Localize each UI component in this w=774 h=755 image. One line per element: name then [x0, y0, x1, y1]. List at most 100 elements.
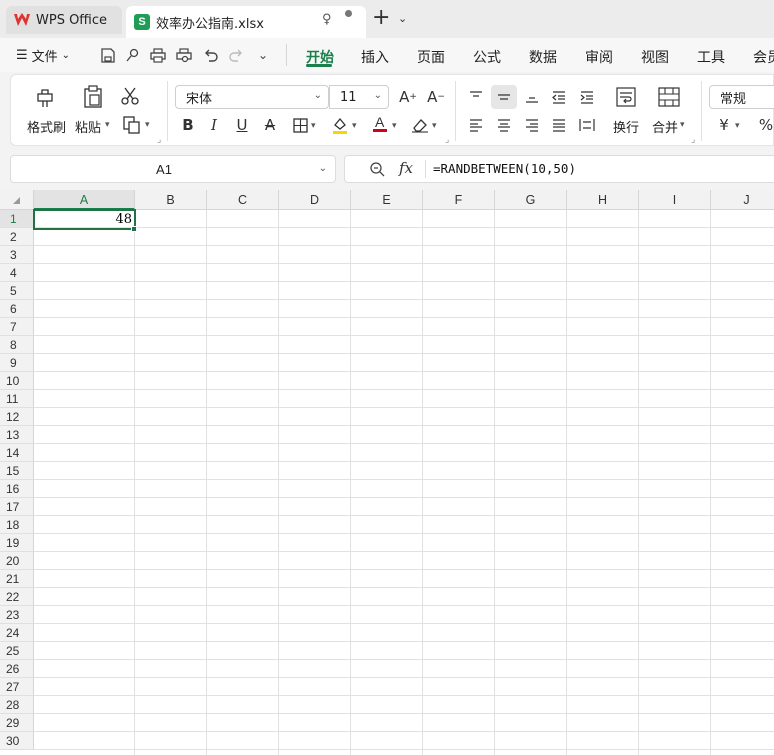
- percent-format-button[interactable]: %: [755, 114, 774, 136]
- spreadsheet-grid[interactable]: ABCDEFGHIJ 1 2 3 4 5 6 7 8 9 10 11 12 13 14 15 16 17 18 19…: [0, 190, 774, 755]
- chevron-down-icon[interactable]: ▾: [680, 120, 685, 130]
- chevron-down-icon[interactable]: ⌄: [319, 163, 327, 174]
- format-painter-icon[interactable]: [33, 85, 57, 109]
- tab-tools[interactable]: 工具: [697, 47, 725, 67]
- distributed-align-icon[interactable]: [576, 114, 598, 136]
- font-name-select[interactable]: 宋体 ⌄: [175, 85, 329, 109]
- row-header-28[interactable]: 28: [0, 696, 34, 714]
- borders-icon[interactable]: [289, 114, 311, 136]
- chevron-down-icon[interactable]: ▾: [311, 121, 316, 131]
- align-middle-icon[interactable]: [491, 85, 517, 109]
- insert-function-icon[interactable]: fx: [399, 159, 413, 177]
- tab-data[interactable]: 数据: [529, 47, 557, 67]
- row-header-9[interactable]: 9: [0, 354, 34, 372]
- undo-icon[interactable]: [201, 46, 219, 64]
- row-header-26[interactable]: 26: [0, 660, 34, 678]
- merge-cells-icon[interactable]: [657, 85, 681, 109]
- chevron-down-icon[interactable]: ▾: [392, 121, 397, 131]
- fill-color-icon[interactable]: [329, 114, 351, 136]
- row-header-1[interactable]: 1: [0, 210, 34, 228]
- decrease-font-icon[interactable]: A −: [425, 86, 447, 108]
- chevron-down-icon[interactable]: ⌄: [254, 46, 272, 64]
- row-header-6[interactable]: 6: [0, 300, 34, 318]
- column-header-e[interactable]: E: [351, 190, 423, 210]
- row-header-23[interactable]: 23: [0, 606, 34, 624]
- row-header-5[interactable]: 5: [0, 282, 34, 300]
- wrap-text-icon[interactable]: [614, 85, 638, 109]
- wrap-text-label[interactable]: 换行: [613, 117, 639, 136]
- tab-document[interactable]: S 效率办公指南.xlsx ♀: [126, 6, 366, 38]
- paste-icon[interactable]: [81, 85, 105, 109]
- dialog-launcher-icon[interactable]: ⌟: [157, 135, 161, 145]
- tab-wps-office[interactable]: WPS Office: [6, 6, 122, 34]
- row-header-21[interactable]: 21: [0, 570, 34, 588]
- tab-member[interactable]: 会员: [753, 47, 774, 67]
- row-header-18[interactable]: 18: [0, 516, 34, 534]
- align-right-icon[interactable]: [521, 114, 543, 136]
- format-painter-label[interactable]: 格式刷: [27, 117, 66, 136]
- dialog-launcher-icon[interactable]: ⌟: [691, 135, 695, 145]
- currency-format-button[interactable]: ¥: [713, 114, 735, 136]
- italic-icon[interactable]: I: [203, 114, 225, 136]
- row-header-20[interactable]: 20: [0, 552, 34, 570]
- zoom-formula-icon[interactable]: [369, 161, 385, 181]
- row-header-19[interactable]: 19: [0, 534, 34, 552]
- row-header-3[interactable]: 3: [0, 246, 34, 264]
- column-header-a[interactable]: A: [34, 190, 135, 210]
- row-header-7[interactable]: 7: [0, 318, 34, 336]
- name-box[interactable]: A1 ⌄: [10, 155, 336, 183]
- chevron-down-icon[interactable]: ▾: [735, 121, 740, 131]
- share-icon[interactable]: [123, 46, 141, 64]
- tab-page[interactable]: 页面: [417, 47, 445, 67]
- column-header-j[interactable]: J: [711, 190, 774, 210]
- row-header-17[interactable]: 17: [0, 498, 34, 516]
- font-size-select[interactable]: 11 ⌄: [329, 85, 389, 109]
- column-header-g[interactable]: G: [495, 190, 567, 210]
- column-header-f[interactable]: F: [423, 190, 495, 210]
- tab-formulas[interactable]: 公式: [473, 47, 501, 67]
- row-header-4[interactable]: 4: [0, 264, 34, 282]
- row-header-30[interactable]: 30: [0, 732, 34, 750]
- row-header-13[interactable]: 13: [0, 426, 34, 444]
- justify-icon[interactable]: [548, 114, 570, 136]
- align-bottom-icon[interactable]: [521, 86, 543, 108]
- chevron-down-icon[interactable]: ▾: [105, 120, 110, 130]
- pin-icon[interactable]: ♀: [322, 12, 332, 27]
- row-header-29[interactable]: 29: [0, 714, 34, 732]
- row-header-14[interactable]: 14: [0, 444, 34, 462]
- formula-input[interactable]: fx =RANDBETWEEN(10,50): [344, 155, 774, 183]
- tab-review[interactable]: 审阅: [585, 47, 613, 67]
- cell-a1[interactable]: 48: [36, 211, 132, 229]
- align-center-icon[interactable]: [493, 114, 515, 136]
- chevron-down-icon[interactable]: ▾: [432, 121, 437, 131]
- row-header-25[interactable]: 25: [0, 642, 34, 660]
- column-header-d[interactable]: D: [279, 190, 351, 210]
- select-all-corner[interactable]: [0, 190, 34, 210]
- column-header-h[interactable]: H: [567, 190, 639, 210]
- align-left-icon[interactable]: [465, 114, 487, 136]
- strikethrough-icon[interactable]: A: [259, 114, 281, 136]
- tab-insert[interactable]: 插入: [361, 47, 389, 67]
- bold-icon[interactable]: B: [177, 114, 199, 136]
- column-header-c[interactable]: C: [207, 190, 279, 210]
- row-header-24[interactable]: 24: [0, 624, 34, 642]
- row-header-11[interactable]: 11: [0, 390, 34, 408]
- copy-icon[interactable]: [121, 115, 143, 135]
- unsaved-dot-icon[interactable]: [345, 10, 352, 17]
- number-format-select[interactable]: 常规: [709, 85, 774, 109]
- column-header-b[interactable]: B: [135, 190, 207, 210]
- clear-format-icon[interactable]: [409, 114, 431, 136]
- row-header-8[interactable]: 8: [0, 336, 34, 354]
- row-header-16[interactable]: 16: [0, 480, 34, 498]
- merge-cells-label[interactable]: 合并: [652, 117, 678, 136]
- print-preview-icon[interactable]: [175, 46, 193, 64]
- row-header-12[interactable]: 12: [0, 408, 34, 426]
- tab-view[interactable]: 视图: [641, 47, 669, 67]
- row-header-2[interactable]: 2: [0, 228, 34, 246]
- formula-text[interactable]: =RANDBETWEEN(10,50): [433, 161, 576, 176]
- scissors-icon[interactable]: [119, 85, 141, 107]
- file-menu-button[interactable]: ☰ 文件 ⌄: [16, 46, 70, 65]
- chevron-down-icon[interactable]: ⌄: [398, 12, 407, 25]
- new-tab-plus-icon[interactable]: +: [372, 6, 390, 30]
- dialog-launcher-icon[interactable]: ⌟: [445, 135, 449, 145]
